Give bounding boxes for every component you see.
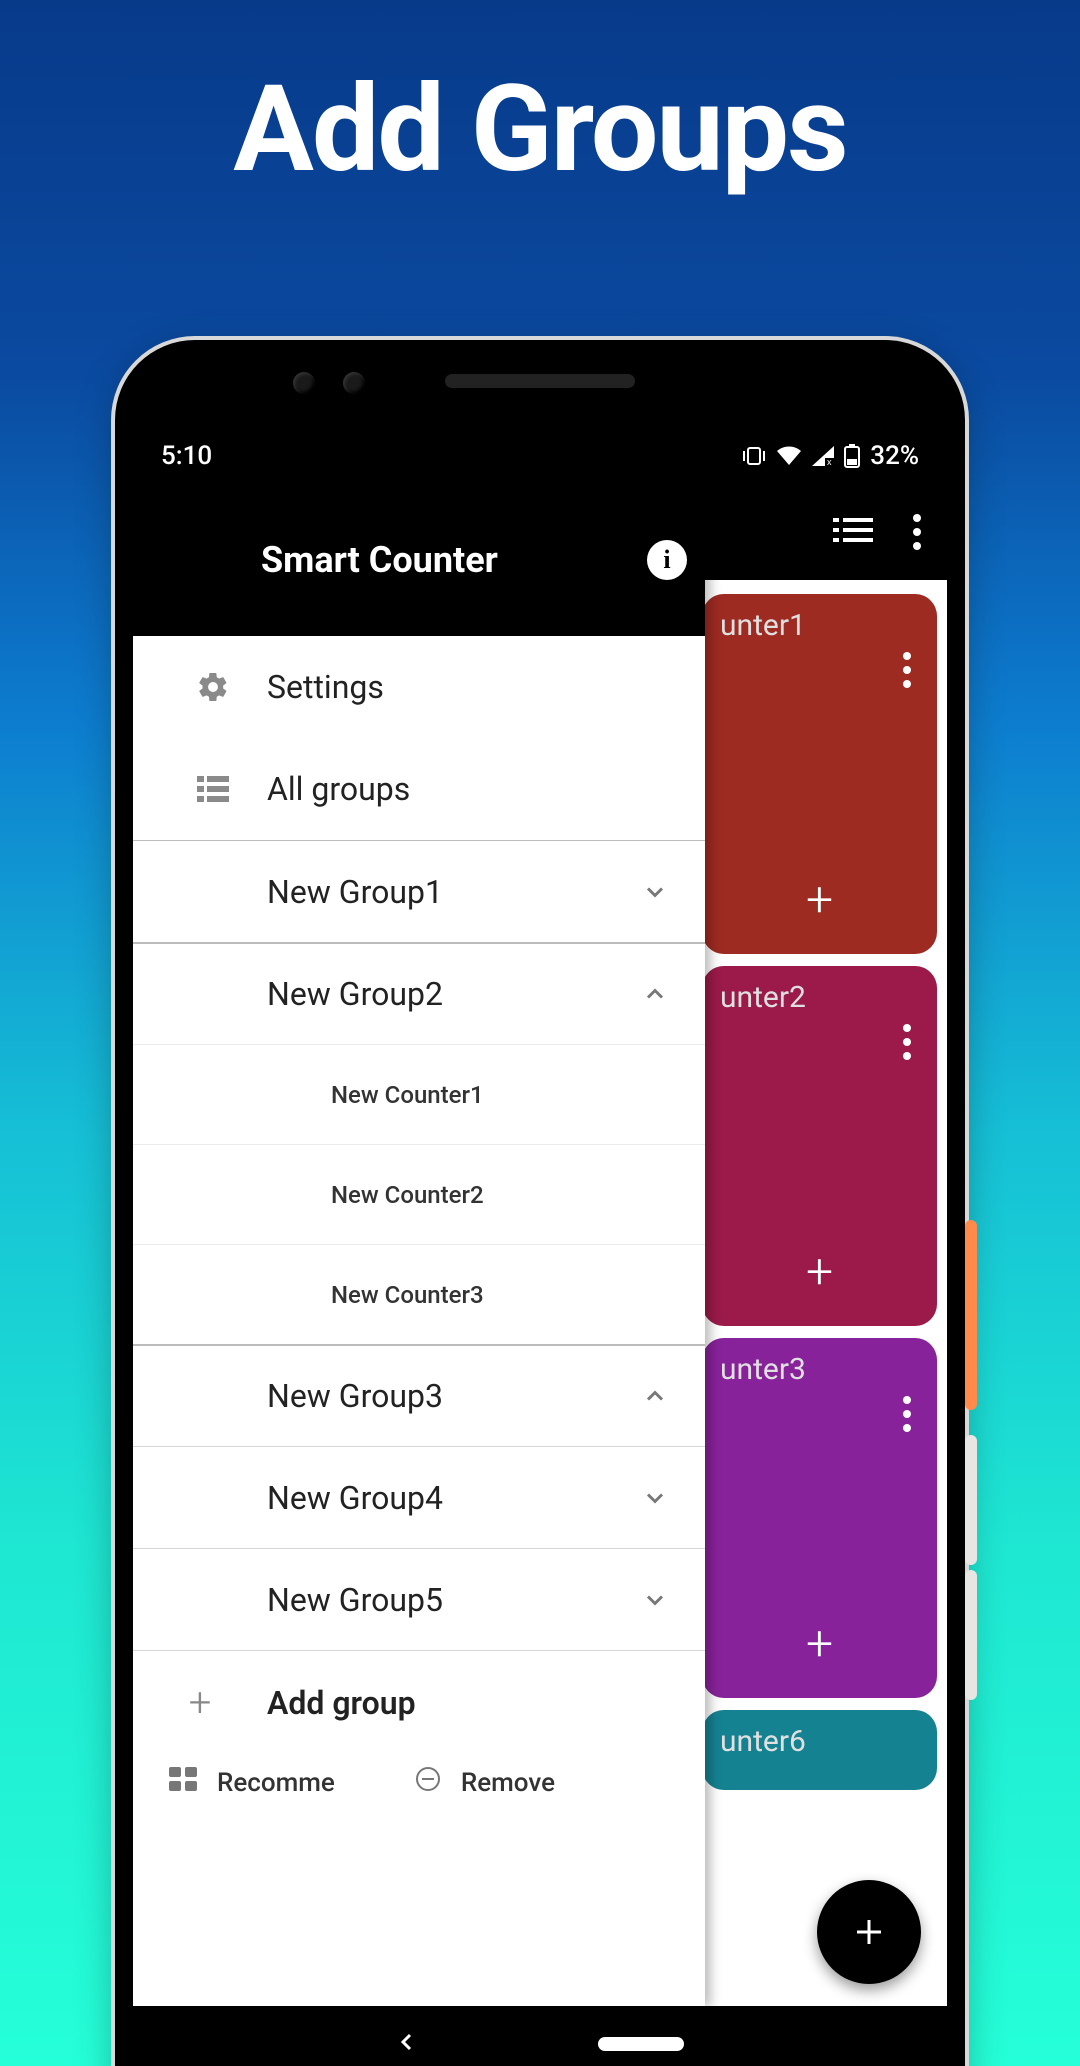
group-label: New Group1 [133, 873, 641, 911]
chevron-up-icon[interactable] [641, 1382, 679, 1410]
drawer-item-settings[interactable]: Settings [133, 636, 705, 738]
card-plus-icon[interactable]: + [806, 1615, 833, 1672]
card-plus-icon[interactable]: + [806, 1243, 833, 1300]
drawer-header: Smart Counter i [133, 484, 705, 636]
phone-speaker [445, 374, 635, 388]
drawer-counter-item[interactable]: New Counter3 [133, 1244, 705, 1344]
signal-icon: x [812, 446, 834, 466]
phone-camera [293, 372, 315, 394]
drawer-group-item[interactable]: New Group3 [133, 1344, 705, 1446]
drawer-group-item[interactable]: New Group1 [133, 840, 705, 942]
power-button [965, 1220, 977, 1410]
drawer-item-label: All groups [267, 770, 679, 808]
battery-percent: 32% [870, 441, 919, 471]
drawer-group-item[interactable]: New Group2 [133, 942, 705, 1044]
counter-label: New Counter2 [159, 1181, 679, 1209]
app-surface: unter1 + unter2 + unter3 [133, 484, 947, 2006]
group-label: New Group2 [133, 975, 641, 1013]
overflow-menu-icon[interactable] [913, 514, 921, 550]
list-view-icon[interactable] [833, 516, 873, 548]
vibrate-icon [742, 446, 766, 466]
svg-text:x: x [827, 457, 832, 466]
counter-label: New Counter1 [159, 1081, 679, 1109]
fab-add-button[interactable] [817, 1880, 921, 1984]
phone-camera [343, 372, 365, 394]
plus-icon: + [133, 1679, 267, 1726]
navigation-drawer: Smart Counter i Settings [133, 484, 705, 2006]
drawer-counter-item[interactable]: New Counter1 [133, 1044, 705, 1144]
drawer-bottom-row: Recomme Remove [133, 1754, 705, 1799]
drawer-item-add-group[interactable]: + Add group [133, 1650, 705, 1754]
card-more-icon[interactable] [903, 652, 911, 688]
drawer-group-item[interactable]: New Group5 [133, 1548, 705, 1650]
card-more-icon[interactable] [903, 1396, 911, 1432]
drawer-group-item[interactable]: New Group4 [133, 1446, 705, 1548]
home-pill[interactable] [598, 2037, 684, 2051]
status-bar: 5:10 x 32% [133, 428, 947, 484]
volume-up-button [965, 1435, 977, 1565]
remove-icon [415, 1766, 441, 1799]
drawer-item-remove[interactable]: Remove [415, 1766, 555, 1799]
system-navigation-bar [133, 2006, 947, 2066]
drawer-item-recommend[interactable]: Recomme [169, 1766, 335, 1799]
recommend-icon [169, 1767, 197, 1798]
card-more-icon[interactable] [903, 1024, 911, 1060]
remove-label: Remove [461, 1768, 555, 1798]
phone-frame: 5:10 x 32% [115, 340, 965, 2066]
wifi-icon [776, 446, 802, 466]
chevron-down-icon[interactable] [641, 878, 679, 906]
drawer-item-all-groups[interactable]: All groups [133, 738, 705, 840]
battery-icon [844, 444, 860, 468]
chevron-down-icon[interactable] [641, 1484, 679, 1512]
back-icon[interactable] [396, 2031, 418, 2057]
volume-down-button [965, 1570, 977, 1700]
counter-card[interactable]: unter2 + [702, 966, 937, 1326]
promo-title: Add Groups [0, 60, 1080, 200]
chevron-up-icon[interactable] [641, 980, 679, 1008]
counter-label: New Counter3 [159, 1281, 679, 1309]
drawer-counter-item[interactable]: New Counter2 [133, 1144, 705, 1244]
counter-card[interactable]: unter6 [702, 1710, 937, 1790]
gear-icon [159, 670, 267, 704]
list-icon [159, 776, 267, 802]
group-label: New Group5 [133, 1581, 641, 1619]
info-icon[interactable]: i [647, 540, 687, 580]
group-label: New Group3 [133, 1377, 641, 1415]
chevron-down-icon[interactable] [641, 1586, 679, 1614]
counter-card[interactable]: unter3 + [702, 1338, 937, 1698]
drawer-item-label: Settings [267, 668, 679, 706]
group-label: New Group4 [133, 1479, 641, 1517]
status-time: 5:10 [161, 441, 212, 471]
recommend-label: Recomme [217, 1768, 335, 1798]
counter-card[interactable]: unter1 + [702, 594, 937, 954]
add-group-label: Add group [267, 1684, 416, 1722]
app-title: Smart Counter [261, 539, 498, 581]
card-plus-icon[interactable]: + [806, 871, 833, 928]
